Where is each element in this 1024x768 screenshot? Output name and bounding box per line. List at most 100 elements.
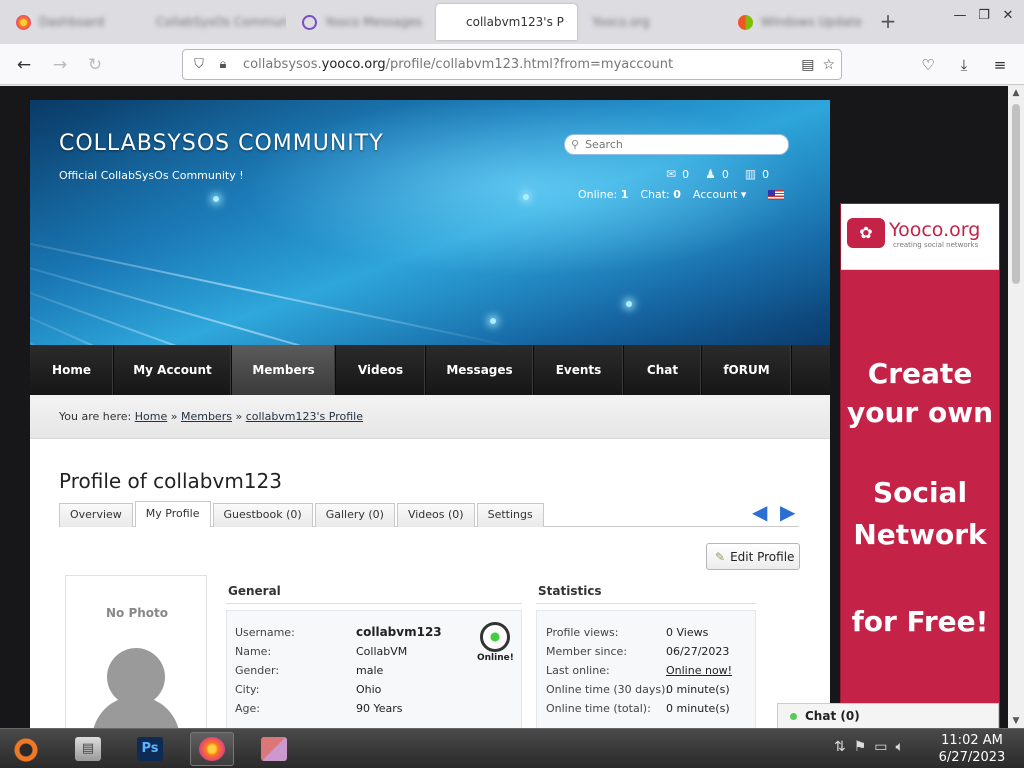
tab-gallery[interactable]: Gallery (0) bbox=[314, 503, 395, 527]
minimize-icon[interactable]: — bbox=[950, 6, 970, 26]
tab-settings[interactable]: Settings bbox=[476, 503, 544, 527]
pocket-icon[interactable]: ♡ bbox=[915, 52, 941, 78]
breadcrumb-profile-link[interactable]: collabvm123's Profile bbox=[246, 410, 363, 423]
ad-text-line: Social bbox=[872, 476, 968, 509]
taskbar-photoshop[interactable]: Ps bbox=[128, 732, 172, 766]
breadcrumb-home-link[interactable]: Home bbox=[135, 410, 167, 423]
volume-icon[interactable]: 🔈︎ bbox=[896, 739, 904, 755]
menu-item-videos[interactable]: Videos bbox=[336, 345, 426, 395]
taskbar-app[interactable] bbox=[252, 732, 296, 766]
photoshop-icon: Ps bbox=[137, 737, 163, 761]
tab-videos[interactable]: Videos (0) bbox=[396, 503, 475, 527]
site-search[interactable]: ⚲ bbox=[564, 134, 789, 155]
online-count[interactable]: Online: 1 bbox=[578, 188, 628, 201]
site-container: COLLABSYSOS COMMUNITY Official CollabSys… bbox=[30, 100, 830, 728]
system-tray: ⇅ ⚑ ▭ 🔈︎ bbox=[834, 739, 904, 755]
close-window-icon[interactable]: ✕ bbox=[998, 6, 1018, 26]
menu-item-messages[interactable]: Messages bbox=[426, 345, 534, 395]
menu-item-my-account[interactable]: My Account bbox=[114, 345, 232, 395]
clock-time: 11:02 AM bbox=[941, 733, 1003, 748]
envelope-icon: ✉ bbox=[666, 167, 677, 181]
url-text[interactable]: collabsysos.yooco.org/profile/collabvm12… bbox=[243, 57, 673, 72]
windows-flag-icon[interactable]: ⚑ bbox=[854, 739, 867, 755]
browser-tab-5[interactable]: Yooco.org bbox=[582, 5, 722, 39]
header-decoration bbox=[213, 196, 219, 202]
back-arrow-icon[interactable]: ← bbox=[11, 52, 37, 78]
address-bar[interactable]: ⛉ 🔒︎ collabsysos.yooco.org/profile/colla… bbox=[182, 49, 842, 80]
notes-counter[interactable]: ▥ 0 bbox=[745, 167, 769, 181]
reload-icon[interactable]: ↻ bbox=[82, 52, 108, 78]
ubuntu-logo-icon bbox=[12, 736, 40, 764]
account-dropdown[interactable]: Account ▾ bbox=[693, 188, 746, 201]
browser-tab-active[interactable]: collabvm123's P ✕ bbox=[436, 4, 577, 40]
chat-bar[interactable]: Chat (0) bbox=[777, 703, 999, 728]
site-title[interactable]: COLLABSYSOS COMMUNITY bbox=[59, 131, 384, 156]
page-scrollbar[interactable]: ▲ ▼ bbox=[1008, 86, 1024, 728]
previous-arrow-icon[interactable]: ◀ bbox=[752, 500, 767, 524]
taskbar-file-manager[interactable]: ▤ bbox=[66, 732, 110, 766]
search-input[interactable] bbox=[585, 138, 766, 151]
us-flag-icon[interactable] bbox=[768, 189, 785, 200]
scroll-up-icon[interactable]: ▲ bbox=[1008, 88, 1024, 98]
friends-count: 0 bbox=[721, 167, 729, 181]
taskbar-firefox[interactable] bbox=[190, 732, 234, 766]
browser-tab-1[interactable]: Dashboard bbox=[6, 5, 142, 39]
scrollbar-thumb[interactable] bbox=[1012, 104, 1020, 284]
tab-my-profile[interactable]: My Profile bbox=[134, 501, 211, 527]
clock[interactable]: 11:02 AM 6/27/2023 bbox=[930, 732, 1014, 766]
profile-photo[interactable]: No Photo bbox=[65, 575, 207, 728]
edit-profile-button[interactable]: ✎ Edit Profile bbox=[706, 543, 800, 570]
online-status-badge: Online! bbox=[477, 622, 514, 663]
scroll-down-icon[interactable]: ▼ bbox=[1008, 716, 1024, 726]
menu-item-members[interactable]: Members bbox=[232, 345, 336, 395]
friends-counter[interactable]: ♟ 0 bbox=[705, 167, 729, 181]
page-title: Profile of collabvm123 bbox=[59, 469, 282, 493]
menu-item-forum[interactable]: fORUM bbox=[702, 345, 792, 395]
ad-text-line: Create bbox=[867, 357, 973, 390]
app-icon bbox=[261, 737, 287, 761]
chat-count[interactable]: Chat: 0 bbox=[640, 188, 681, 201]
forward-arrow-icon[interactable]: → bbox=[47, 52, 73, 78]
messages-counter[interactable]: ✉ 0 bbox=[666, 167, 689, 181]
lock-icon[interactable]: 🔒︎ bbox=[211, 57, 235, 72]
restore-icon[interactable]: ❐ bbox=[974, 6, 994, 26]
stat-row-last-online: Last online: Online now! bbox=[546, 664, 733, 677]
start-menu-button[interactable] bbox=[8, 733, 44, 767]
breadcrumb-prefix: You are here: bbox=[59, 410, 132, 423]
status-line: Online: 1 Chat: 0 Account ▾ bbox=[578, 188, 785, 201]
tab-label: Dashboard bbox=[39, 15, 105, 29]
reader-view-icon[interactable]: ▤ bbox=[801, 57, 814, 73]
network-icon[interactable]: ⇅ bbox=[834, 739, 846, 755]
tab-overview[interactable]: Overview bbox=[59, 503, 133, 527]
bookmark-star-icon[interactable]: ☆ bbox=[822, 57, 835, 73]
next-arrow-icon[interactable]: ▶ bbox=[780, 500, 795, 524]
display-icon[interactable]: ▭ bbox=[874, 739, 887, 755]
breadcrumb: You are here: Home » Members » collabvm1… bbox=[30, 395, 830, 439]
profile-tabs: Overview My Profile Guestbook (0) Galler… bbox=[59, 501, 799, 527]
ad-text-line: Network bbox=[853, 518, 987, 551]
browser-tab-3[interactable]: Yooco Messages bbox=[292, 5, 432, 39]
new-tab-button[interactable]: + bbox=[876, 9, 900, 33]
tab-guestbook[interactable]: Guestbook (0) bbox=[212, 503, 313, 527]
taskbar: ▤ Ps ⇅ ⚑ ▭ 🔈︎ 11:02 AM 6/27/2023 bbox=[0, 728, 1024, 768]
menu-item-home[interactable]: Home bbox=[30, 345, 114, 395]
friends-icon: ♟ bbox=[705, 167, 716, 181]
general-row-gender: Gender: male bbox=[235, 664, 384, 677]
shield-icon[interactable]: ⛉ bbox=[187, 57, 211, 72]
download-icon[interactable]: ⤓ bbox=[951, 52, 977, 78]
notes-count: 0 bbox=[762, 167, 770, 181]
browser-tab-2[interactable]: CollabSysOs Community bbox=[146, 5, 286, 39]
edit-pencil-icon: ✎ bbox=[715, 549, 726, 564]
site-subtitle: Official CollabSysOs Community ! bbox=[59, 169, 244, 182]
browser-tab-6[interactable]: Windows Update bbox=[728, 5, 868, 39]
yooco-ad-banner[interactable]: ✿ Yooco.org creating social networks Cre… bbox=[840, 203, 1000, 743]
menu-item-events[interactable]: Events bbox=[534, 345, 624, 395]
menu-hamburger-icon[interactable]: ≡ bbox=[987, 52, 1013, 78]
menu-item-chat[interactable]: Chat bbox=[624, 345, 702, 395]
ad-text-line: for Free! bbox=[851, 605, 989, 638]
breadcrumb-members-link[interactable]: Members bbox=[181, 410, 232, 423]
general-heading: General bbox=[228, 584, 281, 598]
avatar-head bbox=[107, 648, 165, 706]
no-photo-label: No Photo bbox=[105, 606, 169, 620]
ad-tagline: creating social networks bbox=[893, 241, 979, 249]
